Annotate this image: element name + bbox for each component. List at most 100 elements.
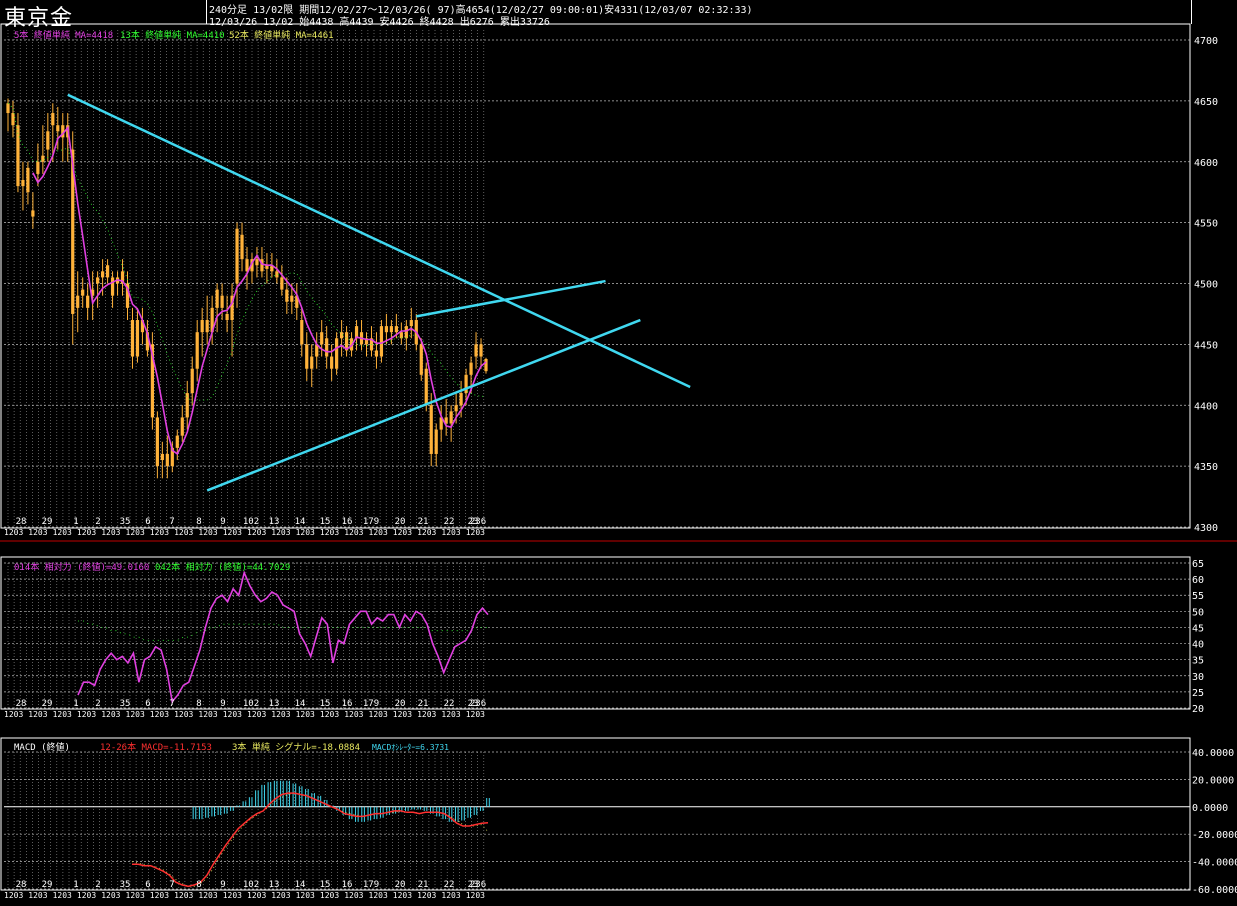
legend-signal: 3本 単純 シグナル=-18.0884 [232, 741, 360, 753]
candle-body [379, 326, 384, 357]
candle-body [399, 332, 403, 339]
x-tick-label: 236 [470, 517, 486, 527]
x-tick-label: 14 [295, 517, 306, 527]
x-sub-label: 1203 [174, 528, 193, 537]
y-tick-label: -40.0000 [1192, 858, 1237, 869]
candle-body [340, 332, 344, 339]
candle-body [185, 393, 189, 418]
y-tick-label: 4450 [1194, 340, 1218, 351]
x-tick-label: 16 [342, 880, 353, 890]
y-tick-label: 4350 [1194, 462, 1218, 473]
x-sub-label: 1203 [198, 528, 217, 537]
x-tick-label: 102 [243, 880, 259, 890]
x-tick-label: 13 [269, 880, 280, 890]
x-tick-label: 29 [42, 517, 53, 527]
x-tick-label: 236 [470, 880, 486, 890]
candle-body [280, 277, 284, 290]
x-tick-label: 28 [16, 880, 27, 890]
x-sub-label: 1203 [393, 528, 412, 537]
x-tick-label: 16 [342, 699, 353, 709]
y-tick-label: 40.0000 [1192, 748, 1234, 759]
x-sub-label: 1203 [369, 528, 388, 537]
candle-body [434, 429, 438, 454]
candle-body [36, 161, 40, 174]
legend-macd: 12-26本 MACD=-11.7153 [100, 741, 212, 753]
x-tick-label: 16 [342, 517, 353, 527]
x-tick-label: 2 [95, 517, 100, 527]
x-sub-label: 1203 [77, 710, 96, 719]
y-tick-label: 4650 [1194, 97, 1218, 108]
x-tick-label: 9 [220, 517, 225, 527]
x-sub-label: 1203 [77, 528, 96, 537]
x-tick-label: 1 [73, 880, 78, 890]
candle-body [96, 277, 100, 284]
y-tick-label: 45 [1192, 623, 1204, 634]
candle-body [101, 271, 105, 278]
candle-body [320, 332, 324, 345]
x-sub-label: 1203 [53, 891, 72, 900]
candle-body [86, 295, 90, 308]
x-sub-label: 1203 [417, 891, 436, 900]
x-tick-label: 29 [42, 880, 53, 890]
x-sub-label: 1203 [4, 710, 23, 719]
candle-body [255, 259, 259, 266]
candle-body [300, 320, 304, 345]
candle-body [220, 295, 224, 308]
legend-macd-name: MACD (終値) [14, 741, 70, 753]
y-tick-label: 55 [1192, 591, 1204, 602]
x-sub-label: 1203 [150, 528, 169, 537]
y-tick-label: 40 [1192, 640, 1204, 651]
candle-body [479, 344, 483, 357]
x-sub-label: 1203 [296, 710, 315, 719]
candle-body [21, 180, 25, 187]
x-tick-label: 7 [169, 517, 174, 527]
x-tick-label: 9 [220, 880, 225, 890]
x-sub-label: 1203 [126, 710, 145, 719]
x-tick-label: 1 [73, 699, 78, 709]
x-sub-label: 1203 [296, 528, 315, 537]
x-sub-label: 1203 [296, 891, 315, 900]
panel-frame [0, 23, 1191, 529]
x-tick-label: 28 [16, 699, 27, 709]
y-tick-label: 50 [1192, 607, 1204, 618]
legend-rsi14: 014本 相対力 (終値)=49.0160 [14, 561, 149, 573]
x-sub-label: 1203 [417, 528, 436, 537]
candle-body [285, 289, 289, 302]
macd-panel: 40.0000 20.0000 0.0000 -20.0000 -40.0000 -60.… [4, 748, 1237, 900]
x-sub-label: 1203 [320, 710, 339, 719]
x-sub-label: 1203 [53, 528, 72, 537]
x-sub-label: 1203 [198, 710, 217, 719]
candle-body [31, 210, 35, 217]
x-sub-label: 1203 [247, 528, 266, 537]
x-tick-label: 21 [418, 699, 429, 709]
x-tick-label: 102 [243, 517, 259, 527]
panel-frame [0, 556, 1191, 710]
candle-body [310, 356, 314, 369]
candle-body [484, 358, 488, 372]
x-sub-label: 1203 [174, 710, 193, 719]
x-tick-label: 179 [363, 517, 379, 527]
x-tick-label: 35 [120, 880, 131, 890]
candle-body [384, 326, 389, 333]
x-sub-label: 1203 [4, 891, 23, 900]
candle-body [474, 344, 478, 357]
x-tick-label: 15 [320, 517, 331, 527]
x-tick-label: 35 [120, 517, 131, 527]
candle-body [404, 326, 408, 339]
x-tick-label: 20 [395, 517, 406, 527]
x-tick-label: 9 [220, 699, 225, 709]
x-sub-label: 1203 [28, 528, 47, 537]
candle-body [449, 411, 453, 424]
x-sub-label: 1203 [320, 528, 339, 537]
candle-body [6, 103, 10, 114]
x-sub-label: 1203 [223, 528, 242, 537]
y-tick-label: 35 [1192, 656, 1204, 667]
y-tick-label: 65 [1192, 559, 1204, 570]
candle-body [175, 435, 179, 448]
x-sub-label: 1203 [101, 528, 120, 537]
x-sub-label: 1203 [223, 891, 242, 900]
x-tick-label: 8 [196, 517, 201, 527]
legend-ma5: 5本 終値単純 MA=4418 [14, 29, 113, 41]
candle-body [130, 320, 135, 357]
candle-body [51, 113, 55, 126]
